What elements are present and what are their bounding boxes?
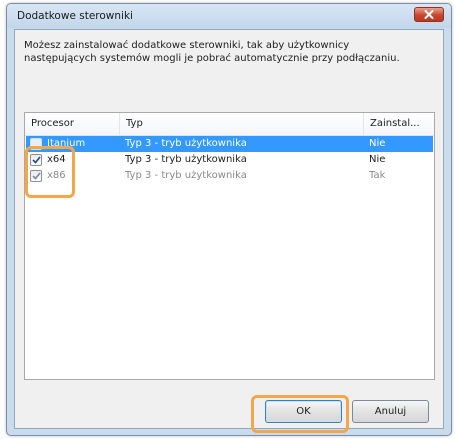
dialog-title: Dodatkowe sterowniki xyxy=(17,10,133,22)
type-label: Typ 3 - tryb użytkownika xyxy=(125,138,247,149)
list-item-x64[interactable]: x64 Typ 3 - tryb użytkownika Nie xyxy=(26,152,433,168)
type-label: Typ 3 - tryb użytkownika xyxy=(125,154,247,165)
description-text: Możesz zainstalować dodatkowe sterowniki… xyxy=(24,40,400,64)
list-item-itanium[interactable]: Itanium Typ 3 - tryb użytkownika Nie xyxy=(26,136,433,152)
close-button[interactable] xyxy=(414,7,444,22)
column-header-type[interactable]: Typ xyxy=(120,113,364,135)
column-header-installed[interactable]: Zainstal... xyxy=(364,113,434,135)
drivers-list[interactable]: Procesor Typ Zainstal... Itanium Typ 3 -… xyxy=(24,112,435,380)
list-item-x86[interactable]: x86 Typ 3 - tryb użytkownika Tak xyxy=(26,168,433,184)
installed-label: Tak xyxy=(369,170,386,181)
cancel-button[interactable]: Anuluj xyxy=(352,400,429,423)
dialog-window: Dodatkowe sterowniki Możesz zainstalować… xyxy=(6,3,452,436)
dialog-body: Możesz zainstalować dodatkowe sterowniki… xyxy=(14,29,444,429)
ok-button-highlight xyxy=(251,395,349,433)
checkbox-highlight xyxy=(25,146,75,198)
close-icon xyxy=(424,10,434,19)
list-header: Procesor Typ Zainstal... xyxy=(25,113,434,136)
type-label: Typ 3 - tryb użytkownika xyxy=(125,170,247,181)
installed-label: Nie xyxy=(369,154,386,165)
installed-label: Nie xyxy=(369,138,386,149)
column-header-processor[interactable]: Procesor xyxy=(25,113,120,135)
title-bar[interactable]: Dodatkowe sterowniki xyxy=(7,4,451,28)
